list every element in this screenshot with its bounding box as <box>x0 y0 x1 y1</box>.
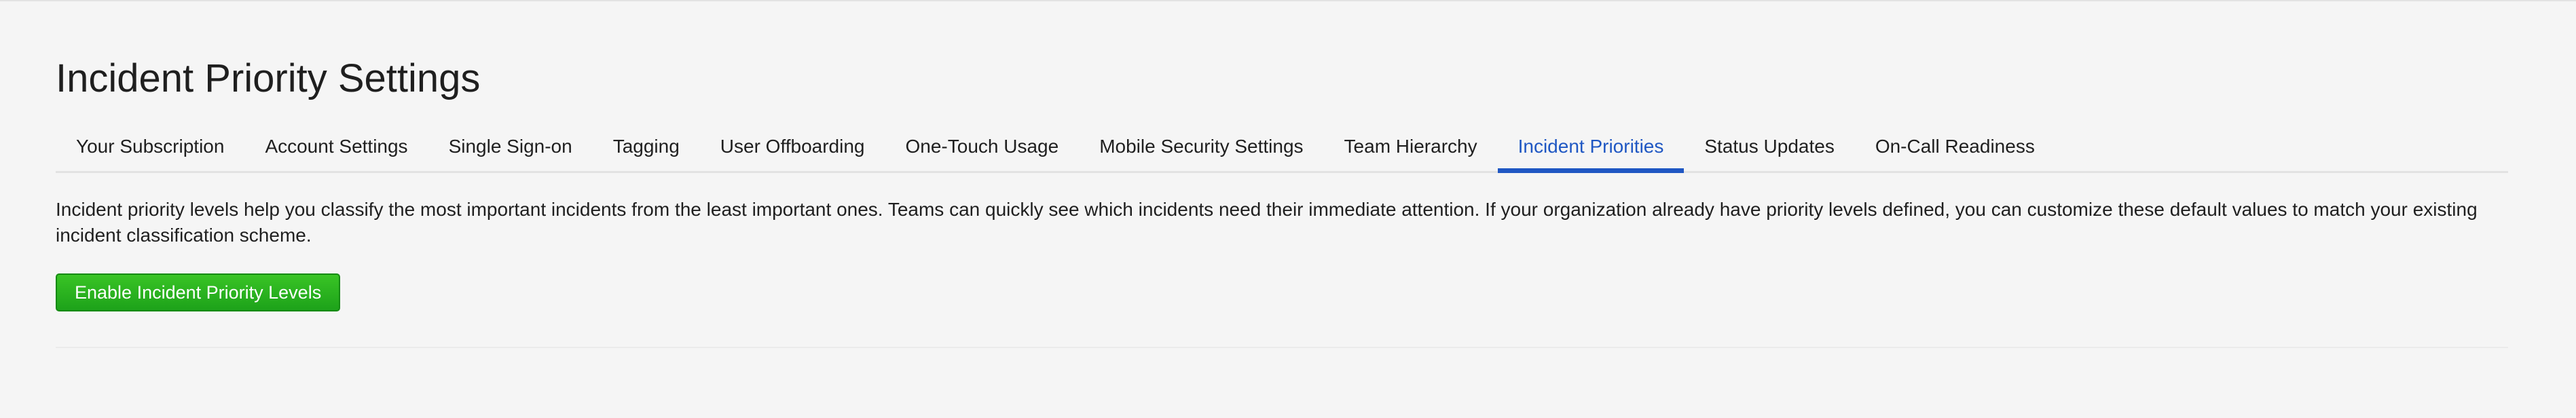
tab-your-subscription[interactable]: Your Subscription <box>56 125 244 171</box>
content-divider <box>56 347 2508 348</box>
incident-priority-description: Incident priority levels help you classi… <box>56 199 2478 246</box>
tab-single-sign-on[interactable]: Single Sign-on <box>428 125 593 171</box>
tab-user-offboarding[interactable]: User Offboarding <box>700 125 885 171</box>
tab-status-updates[interactable]: Status Updates <box>1684 125 1854 171</box>
tab-tagging[interactable]: Tagging <box>593 125 700 171</box>
tab-on-call-readiness[interactable]: On-Call Readiness <box>1855 125 2055 171</box>
settings-page: Incident Priority Settings Your Subscrip… <box>56 1 2508 418</box>
tab-incident-priorities[interactable]: Incident Priorities <box>1497 125 1685 173</box>
tab-mobile-security-settings[interactable]: Mobile Security Settings <box>1079 125 1323 171</box>
page-title: Incident Priority Settings <box>56 56 481 100</box>
settings-tabs: Your Subscription Account Settings Singl… <box>56 125 2508 173</box>
tab-one-touch-usage[interactable]: One-Touch Usage <box>885 125 1080 171</box>
tab-account-settings[interactable]: Account Settings <box>244 125 428 171</box>
enable-incident-priority-levels-button[interactable]: Enable Incident Priority Levels <box>56 273 341 311</box>
tab-team-hierarchy[interactable]: Team Hierarchy <box>1324 125 1498 171</box>
